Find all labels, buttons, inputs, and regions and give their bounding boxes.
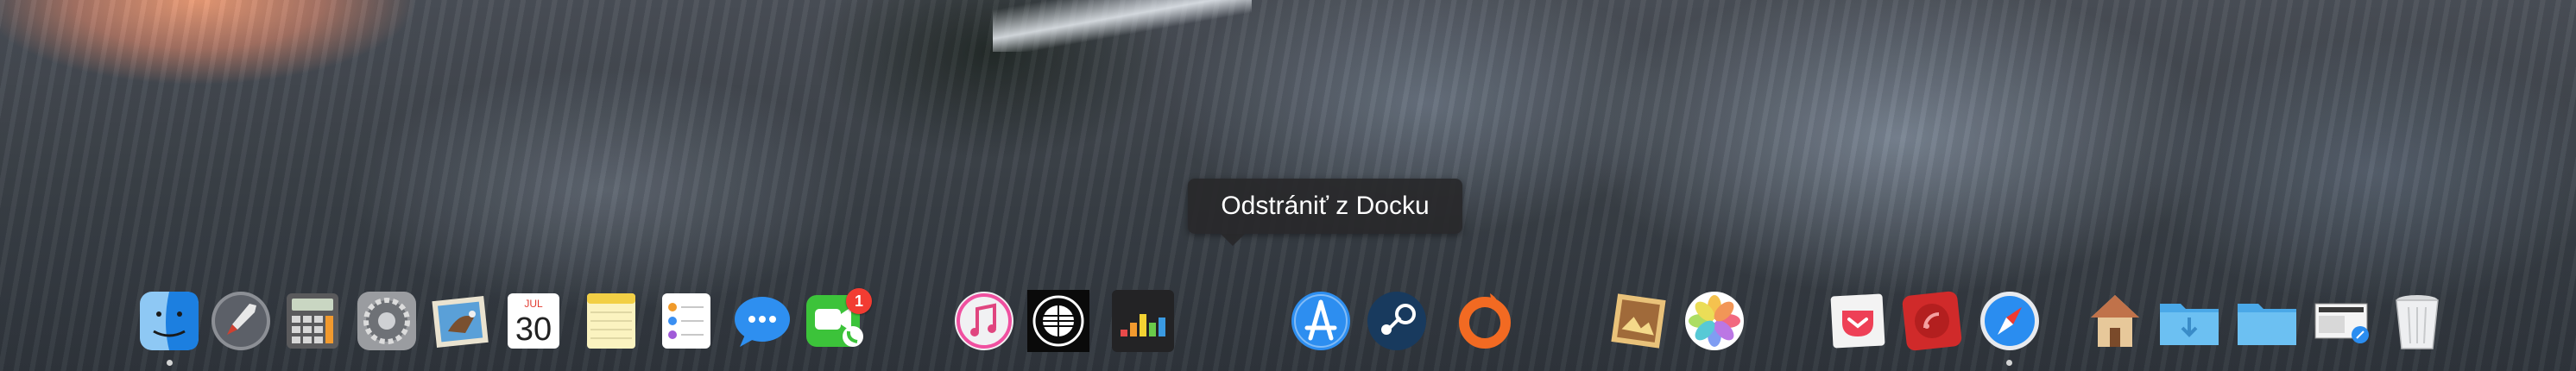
remove-from-dock-tooltip: Odstrániť z Docku: [1188, 179, 1462, 234]
dock-item-rss-reader[interactable]: [1899, 288, 1965, 354]
system-preferences-icon: [357, 292, 416, 350]
messages-icon: [735, 297, 790, 347]
facetime-notification-badge: 1: [846, 288, 872, 314]
calendar-day: 30: [515, 311, 552, 348]
screenshot-icon: [2314, 303, 2369, 343]
dock-item-preview[interactable]: [1606, 288, 1671, 354]
launchpad-icon: [212, 292, 270, 350]
pocket-icon: [1830, 293, 1885, 349]
dock-item-itunes[interactable]: [951, 288, 1017, 354]
dock-item-mail[interactable]: [427, 288, 493, 354]
notes-icon: [587, 293, 635, 349]
deezer-icon: [1112, 290, 1174, 352]
tooltip-text: Odstrániť z Docku: [1221, 192, 1430, 220]
dock-item-notes[interactable]: [578, 288, 644, 354]
dock-item-system-preferences[interactable]: [354, 288, 420, 354]
dock-item-app-store[interactable]: [1288, 288, 1354, 354]
tooltip-arrow: [1221, 234, 1245, 246]
app-store-icon: [1291, 292, 1350, 350]
itunes-icon: [955, 292, 1013, 350]
dock-item-launchpad[interactable]: [208, 288, 274, 354]
dock-item-home-folder[interactable]: [2082, 288, 2148, 354]
origin-icon: [1459, 293, 1511, 349]
folder-icon: [2238, 304, 2296, 345]
dock-item-safari[interactable]: [1977, 288, 2042, 354]
mail-icon: [432, 296, 489, 348]
preview-icon: [1611, 293, 1666, 349]
dock-item-origin[interactable]: [1452, 288, 1518, 354]
dock-item-finder[interactable]: [136, 288, 202, 354]
dock-item-reminders[interactable]: [653, 288, 719, 354]
dock-item-ministry-of-sound[interactable]: [1026, 288, 1091, 354]
wallpaper-snow: [993, 0, 1252, 52]
ministry-of-sound-icon: [1027, 290, 1089, 352]
finder-icon: [140, 292, 199, 350]
steam-icon: [1367, 292, 1426, 350]
running-indicator-safari: [2006, 360, 2012, 366]
downloads-folder-icon: [2160, 304, 2219, 345]
badge-count: 1: [854, 292, 863, 310]
dock-item-messages[interactable]: [729, 288, 795, 354]
trash-icon: [2396, 295, 2439, 349]
dock-item-screenshot[interactable]: [2310, 288, 2376, 354]
reminders-icon: [662, 293, 710, 349]
running-indicator-finder: [167, 360, 173, 366]
dock-item-deezer[interactable]: [1110, 288, 1176, 354]
dock-item-photos[interactable]: [1682, 288, 1747, 354]
calendar-month: JUL: [524, 298, 543, 310]
safari-icon: [1980, 292, 2039, 350]
calculator-icon: [287, 293, 338, 349]
home-folder-icon: [2091, 295, 2139, 347]
dock-item-documents-folder[interactable]: [2234, 288, 2300, 354]
dock-item-downloads-folder[interactable]: [2156, 288, 2222, 354]
calendar-icon: JUL 30: [508, 293, 559, 349]
photos-icon: [1685, 292, 1744, 350]
dock-item-calculator[interactable]: [280, 288, 345, 354]
dock-item-trash[interactable]: [2384, 288, 2450, 354]
dock-item-calendar[interactable]: JUL 30: [501, 288, 566, 354]
dock-item-pocket[interactable]: [1825, 288, 1891, 354]
dock-item-steam[interactable]: [1364, 288, 1430, 354]
rss-reader-icon: [1902, 291, 1962, 351]
